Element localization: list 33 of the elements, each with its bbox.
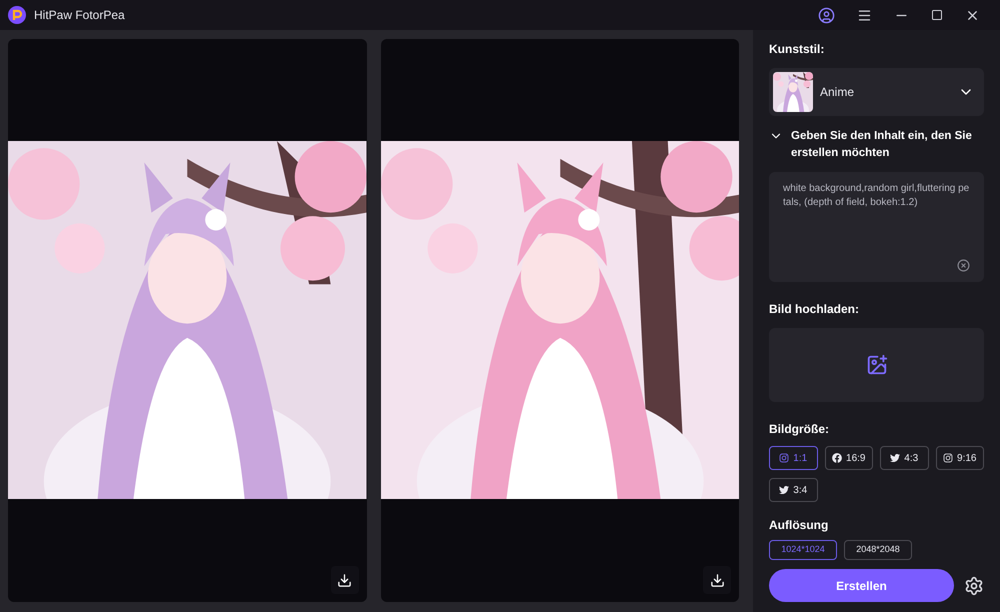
maximize-icon[interactable]: [931, 9, 943, 21]
download-button[interactable]: [703, 566, 731, 594]
prompt-input[interactable]: white background,random girl,fluttering petals, (depth of field, bokeh:1.2): [783, 182, 970, 259]
instagram-icon: [943, 453, 954, 463]
section-label: Bildgröße:: [769, 421, 830, 438]
download-icon: [710, 572, 724, 588]
resolution-option[interactable]: 1024*1024: [769, 540, 837, 560]
resolution-option[interactable]: 2048*2048: [844, 540, 912, 560]
section-label: Auflösung: [769, 517, 830, 534]
clear-icon[interactable]: [957, 259, 970, 272]
section-label: Bild hochladen:: [769, 301, 860, 318]
aspect-ratio-option[interactable]: 1:1: [769, 446, 818, 470]
menu-icon[interactable]: [857, 8, 872, 22]
account-icon[interactable]: [818, 6, 835, 24]
aspect-ratio-option[interactable]: 4:3: [880, 446, 928, 470]
create-button[interactable]: Erstellen: [769, 569, 954, 602]
prompt-section-toggle[interactable]: Geben Sie den Inhalt ein, den Sie erstellen möchten: [769, 128, 984, 162]
prompt-field[interactable]: white background,random girl,fluttering petals, (depth of field, bokeh:1.2): [769, 172, 984, 282]
instagram-icon: [779, 453, 790, 463]
app-logo-icon: [8, 6, 26, 24]
style-dropdown[interactable]: Anime: [769, 68, 984, 116]
section-label: Kunststil:: [769, 41, 826, 58]
app-title: HitPaw FotorPea: [34, 7, 125, 24]
settings-icon[interactable]: [964, 576, 984, 596]
bird-icon: [890, 453, 900, 463]
aspect-ratio-option[interactable]: 3:4: [769, 478, 818, 502]
download-button[interactable]: [330, 566, 358, 594]
bird-icon: [779, 485, 790, 495]
download-icon: [337, 572, 352, 588]
facebook-icon: [832, 453, 842, 463]
aspect-ratio-option[interactable]: 16:9: [824, 446, 873, 470]
add-image-icon: [866, 354, 888, 376]
aspect-ratio-option[interactable]: 9:16: [936, 446, 984, 470]
